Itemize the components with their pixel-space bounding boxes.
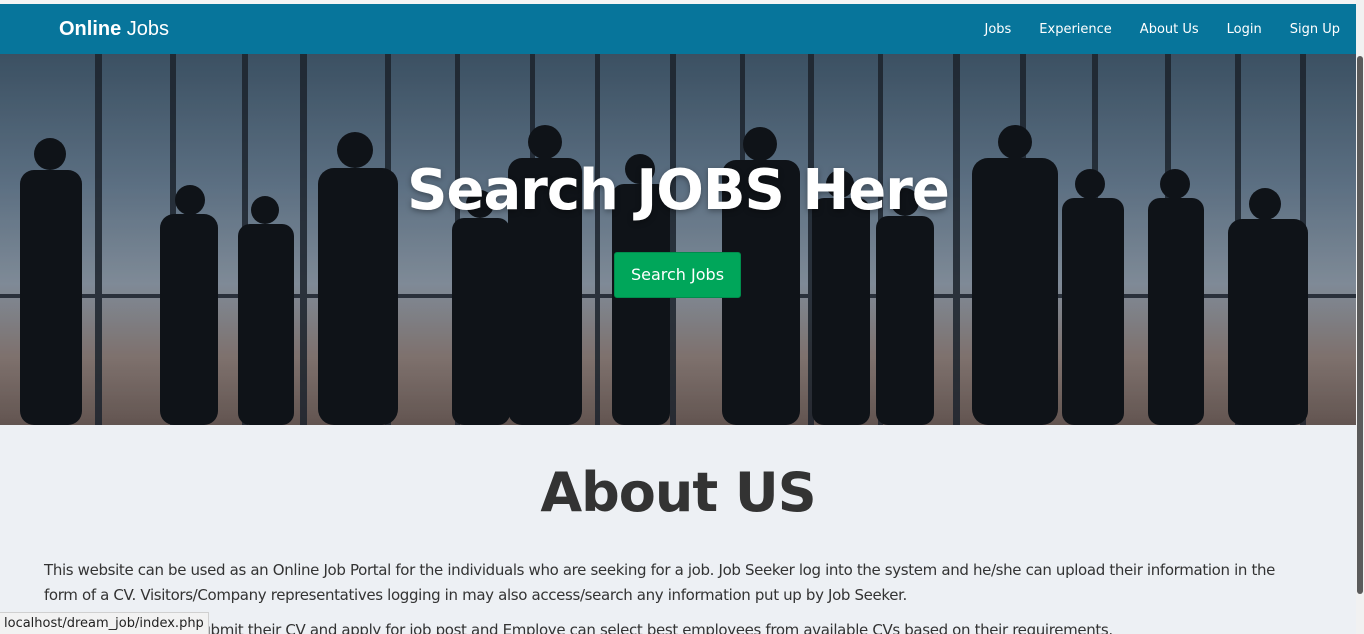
hero-title-bold: JOBS xyxy=(636,158,784,223)
hero-background-image xyxy=(0,54,1356,425)
nav-link-login[interactable]: Login xyxy=(1227,22,1262,37)
nav-link-about-us[interactable]: About Us xyxy=(1140,22,1199,37)
nav-link-jobs[interactable]: Jobs xyxy=(984,22,1011,37)
hero-title-suffix: Here xyxy=(783,158,949,223)
search-jobs-button[interactable]: Search Jobs xyxy=(614,252,741,298)
nav-link-experience[interactable]: Experience xyxy=(1039,22,1112,37)
about-paragraph-1: This website can be used as an Online Jo… xyxy=(44,561,1276,604)
brand-logo[interactable]: Online Jobs xyxy=(59,18,169,41)
hero-title-prefix: Search xyxy=(407,158,637,223)
status-bar-url: localhost/dream_job/index.php xyxy=(0,612,209,634)
brand-bold: Online xyxy=(59,18,122,40)
nav-links: Jobs Experience About Us Login Sign Up xyxy=(956,4,1340,54)
about-title: About US xyxy=(540,461,816,524)
hero-banner: Search JOBS Here Search Jobs xyxy=(0,54,1356,425)
about-section: About US This website can be used as an … xyxy=(0,425,1356,634)
nav-link-sign-up[interactable]: Sign Up xyxy=(1290,22,1340,37)
scrollbar-thumb[interactable] xyxy=(1357,56,1363,594)
about-text: This website can be used as an Online Jo… xyxy=(44,558,1304,634)
brand-light: Jobs xyxy=(126,18,170,40)
about-paragraph-2: Job Seeker is able to submit their CV an… xyxy=(44,621,1113,634)
navbar: Online Jobs Jobs Experience About Us Log… xyxy=(0,4,1356,54)
hero-title: Search JOBS Here xyxy=(0,158,1356,223)
